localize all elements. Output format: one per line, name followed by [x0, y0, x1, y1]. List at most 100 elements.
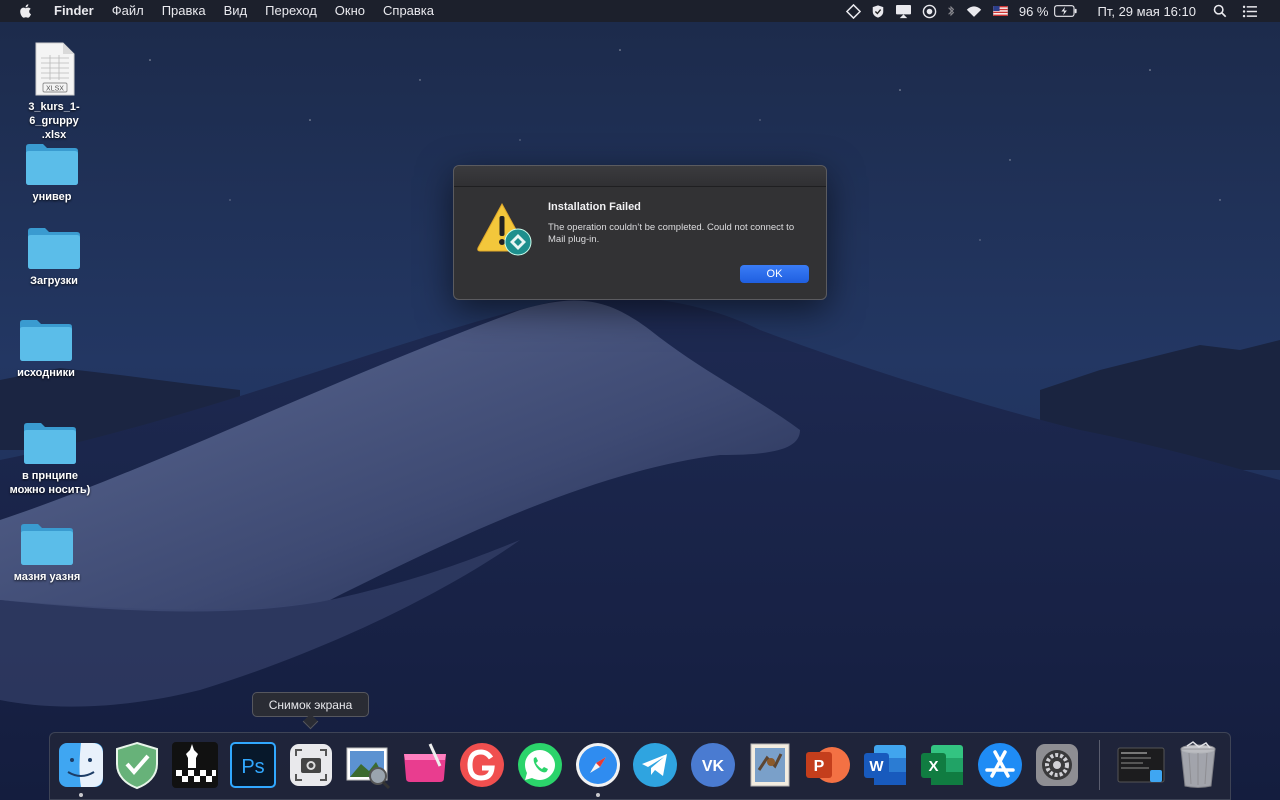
- dock-grammarly[interactable]: [457, 740, 507, 790]
- dock-trash[interactable]: [1173, 740, 1223, 790]
- folder-label: исходники: [17, 367, 75, 379]
- alert-title: Installation Failed: [548, 201, 641, 213]
- chess-icon: [172, 742, 218, 788]
- alert-titlebar[interactable]: [454, 166, 826, 187]
- finder-icon: [59, 743, 103, 787]
- folder-icon: [28, 228, 80, 269]
- display-status-icon[interactable]: [895, 0, 912, 22]
- recent-window-icon: [1117, 747, 1165, 783]
- menu-window[interactable]: Окно: [326, 0, 374, 22]
- folder-icon: [26, 144, 78, 185]
- notification-center-icon[interactable]: [1242, 0, 1258, 22]
- dock-powerpoint[interactable]: P: [802, 740, 852, 790]
- dock-vk[interactable]: VK: [688, 740, 738, 790]
- folder-label-line-1: в прнципе: [21, 470, 79, 482]
- mail-icon: [750, 743, 790, 787]
- desktop-folder-v-printsipe[interactable]: в прнципе можно носить): [0, 421, 100, 497]
- apple-logo-icon[interactable]: [18, 3, 32, 19]
- desktop-file-label: 3_kurs_1-6_gruppy .xlsx: [4, 100, 104, 142]
- dock-recent-window[interactable]: [1116, 740, 1166, 790]
- adguard-icon: [116, 741, 158, 790]
- dock-mail[interactable]: [745, 740, 795, 790]
- dock-tooltip: Снимок экрана: [252, 692, 369, 730]
- dock-system-preferences[interactable]: [1032, 740, 1082, 790]
- excel-icon: X: [921, 745, 963, 785]
- menu-app-finder[interactable]: Finder: [48, 0, 103, 22]
- folder-label: универ: [32, 191, 72, 203]
- system-preferences-icon: [1036, 744, 1078, 786]
- word-letter: W: [869, 758, 884, 775]
- cleanmymac-status-icon[interactable]: [922, 0, 937, 22]
- us-flag-icon[interactable]: [993, 0, 1008, 22]
- photoshop-icon: Ps: [230, 742, 276, 788]
- dock-excel[interactable]: X: [917, 740, 967, 790]
- dock-telegram[interactable]: [630, 740, 680, 790]
- ok-button[interactable]: OK: [740, 265, 809, 283]
- spotlight-search-icon[interactable]: [1213, 0, 1227, 22]
- installation-failed-alert: Installation Failed The operation couldn…: [453, 165, 827, 300]
- dock-word[interactable]: W: [860, 740, 910, 790]
- desktop-wallpaper: [0, 0, 1280, 800]
- dock-chess[interactable]: [170, 740, 220, 790]
- folder-icon: [24, 423, 76, 464]
- desktop-folder-univer[interactable]: универ: [2, 142, 102, 204]
- telegram-icon: [633, 743, 677, 787]
- vk-label: VK: [702, 758, 725, 775]
- folder-label-line-2: можно носить): [9, 484, 91, 496]
- menu-file[interactable]: Файл: [103, 0, 153, 22]
- dock-separator: [1099, 740, 1100, 790]
- dock-finder[interactable]: [56, 740, 106, 790]
- folder-label: в прнципе можно носить): [0, 469, 100, 497]
- menu-bar: Finder Файл Правка Вид Переход Окно Спра…: [0, 0, 1280, 22]
- menu-help[interactable]: Справка: [374, 0, 443, 22]
- finder-running-indicator: [79, 793, 83, 797]
- vk-icon: VK: [691, 743, 735, 787]
- excel-letter: X: [928, 758, 938, 775]
- grammarly-icon: [460, 743, 504, 787]
- menu-clock[interactable]: Пт, 29 мая 16:10: [1097, 4, 1196, 19]
- bluetooth-icon[interactable]: [947, 0, 955, 22]
- battery-charging-icon[interactable]: [1054, 0, 1078, 22]
- safari-running-indicator: [596, 793, 600, 797]
- word-icon: W: [864, 745, 906, 785]
- dock-photoshop[interactable]: Ps: [228, 740, 278, 790]
- warning-icon: [477, 202, 532, 256]
- dock-screenshot[interactable]: [286, 740, 336, 790]
- cleanmymac-icon: [404, 743, 446, 782]
- menu-view[interactable]: Вид: [215, 0, 257, 22]
- powerpoint-icon: P: [806, 747, 850, 783]
- desktop-file-xlsx[interactable]: XLSX 3_kurs_1-6_gruppy .xlsx: [4, 42, 104, 142]
- adguard-status-icon[interactable]: [871, 0, 885, 22]
- folder-icon: [20, 320, 72, 361]
- diamond-status-icon[interactable]: [845, 0, 861, 22]
- dock-preview[interactable]: [343, 740, 393, 790]
- xlsx-document-icon: XLSX: [35, 42, 75, 96]
- desktop-folder-maznya[interactable]: мазня уазня: [0, 522, 97, 584]
- preview-icon: [346, 747, 391, 790]
- folder-icon: [21, 524, 73, 565]
- desktop-folder-downloads[interactable]: Загрузки: [4, 226, 104, 288]
- dock-safari[interactable]: [573, 740, 623, 790]
- battery-percentage[interactable]: 96 %: [1019, 4, 1049, 19]
- dock-adguard[interactable]: [112, 740, 162, 790]
- menu-edit[interactable]: Правка: [153, 0, 215, 22]
- xlsx-badge: XLSX: [46, 85, 64, 92]
- dock-cleanmymac[interactable]: [400, 740, 450, 790]
- powerpoint-letter: P: [814, 758, 825, 775]
- screenshot-icon: [290, 744, 332, 786]
- folder-label: мазня уазня: [13, 571, 81, 583]
- app-store-icon: [978, 743, 1022, 787]
- folder-label: Загрузки: [30, 275, 78, 287]
- file-label-line-2: .xlsx: [41, 129, 67, 141]
- dock-app-store[interactable]: [975, 740, 1025, 790]
- trash-icon: [1180, 741, 1216, 788]
- whatsapp-icon: [518, 743, 562, 787]
- desktop-folder-sources[interactable]: исходники: [0, 318, 96, 380]
- photoshop-label: Ps: [241, 756, 264, 778]
- file-label-line-1: 3_kurs_1-6_gruppy: [28, 101, 80, 127]
- safari-icon: [576, 743, 620, 787]
- wifi-icon[interactable]: [965, 0, 983, 22]
- tooltip-text: Снимок экрана: [268, 698, 353, 712]
- menu-go[interactable]: Переход: [256, 0, 326, 22]
- dock-whatsapp[interactable]: [515, 740, 565, 790]
